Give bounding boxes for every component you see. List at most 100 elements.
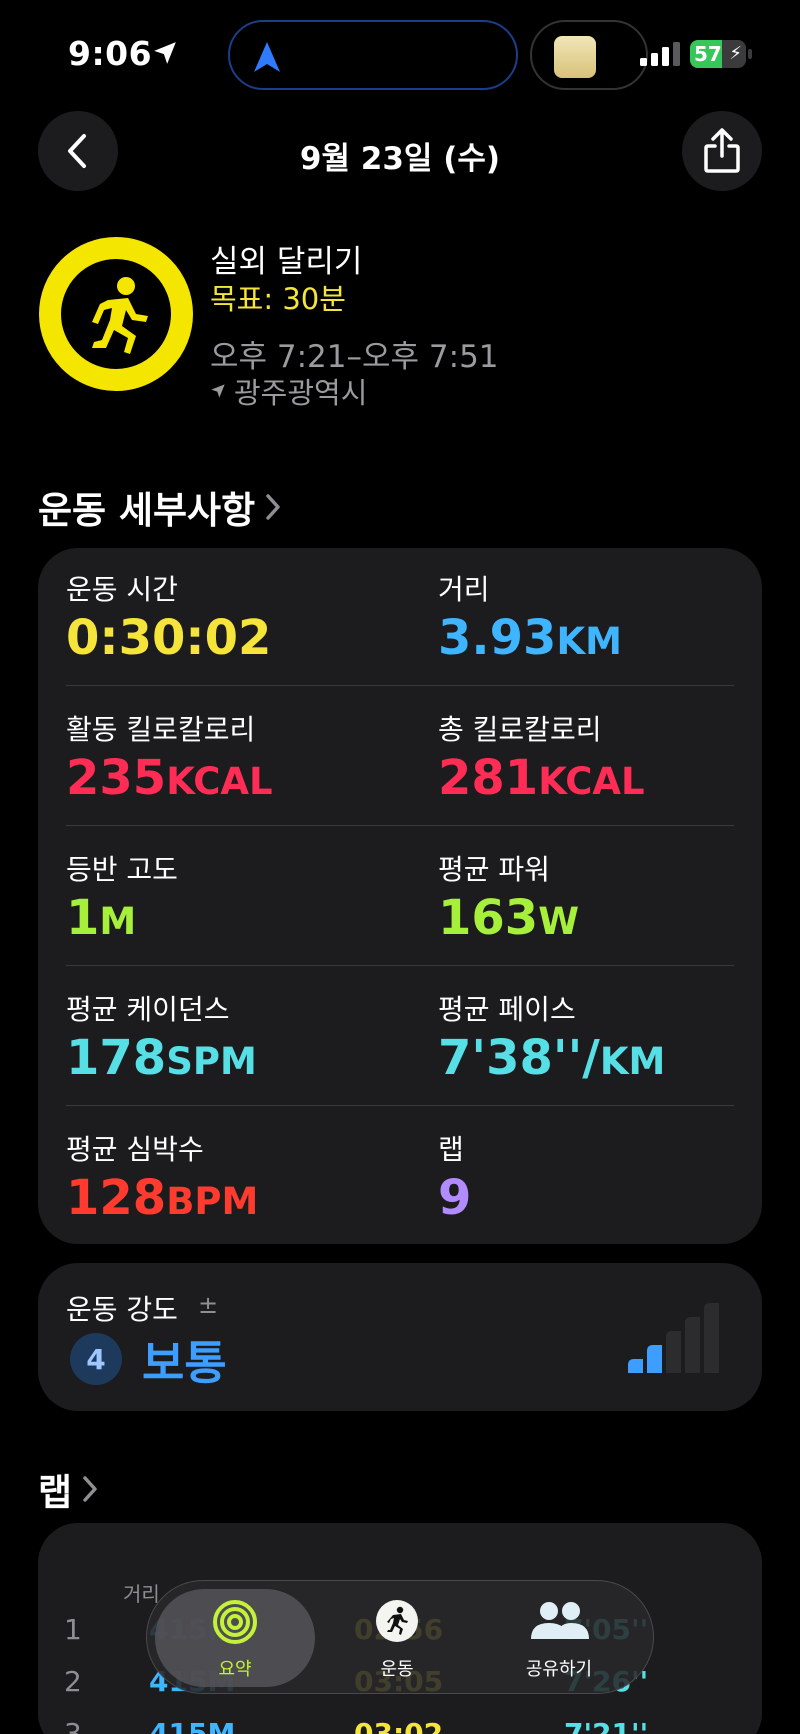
metric-item: 활동 킬로칼로리 235KCAL [66,708,396,806]
effort-bar [628,1359,643,1373]
metric-label: 평균 심박수 [66,1133,204,1166]
effort-adjust-icon[interactable]: ± [198,1291,218,1319]
metric-item: 랩9 [438,1128,768,1226]
metric-item: 운동 시간 0:30:02 [66,568,396,666]
metric-value: 9 [438,1170,768,1226]
tab-summary-label: 요약 [218,1659,252,1680]
metric-number: 128 [66,1170,167,1226]
divider [66,685,734,686]
metric-item: 평균 파워 163W [438,848,768,946]
location-arrow-icon [154,42,176,64]
lap-distance: 415M [149,1717,236,1734]
battery-icon: 57 ⚡ [690,40,746,68]
live-activity-thumbnail[interactable] [530,20,648,90]
metric-label: 활동 킬로칼로리 [66,713,256,746]
people-icon [531,1602,589,1639]
metric-value: 178SPM [66,1030,396,1086]
tab-workouts-label: 운동 [380,1659,414,1680]
metric-label: 운동 시간 [66,573,178,606]
metric-unit: KCAL [538,760,645,803]
workout-location-label: 광주광역시 [234,376,368,410]
metric-value: 1M [66,890,396,946]
effort-bar [704,1303,719,1373]
lap-pace: 7'21'' [564,1717,649,1734]
tab-sharing[interactable]: 공유하기 [479,1589,639,1687]
workout-details-card[interactable]: 운동 시간 0:30:02 거리 3.93KM 활동 킬로칼로리 235KCAL 총 킬로칼… [38,548,762,1244]
effort-label: 운동 강도 [66,1293,178,1326]
metric-unit: KM [556,620,622,663]
battery-cap [748,49,752,59]
metric-item: 거리 3.93KM [438,568,768,666]
effort-bar [666,1331,681,1373]
divider [66,825,734,826]
navigation-arrow-icon [254,42,280,72]
activity-rings-icon [213,1600,257,1644]
metric-label: 총 킬로칼로리 [438,713,602,746]
metric-number: 235 [66,750,167,806]
tab-workouts[interactable]: 운동 [317,1589,477,1687]
metric-item: 평균 페이스 7'38''/KM [438,988,768,1086]
charging-bolt-icon: ⚡ [729,43,742,64]
metric-number: 7'38''/ [438,1030,600,1086]
metric-label: 평균 페이스 [438,993,576,1026]
metric-value: 235KCAL [66,750,396,806]
workout-goal-ring-icon [39,237,193,391]
details-section-header[interactable]: 운동 세부사항 [38,480,281,534]
status-bar: 9:06 57 ⚡ [0,0,800,110]
details-section-title: 운동 세부사항 [38,489,256,532]
metric-value: 128BPM [66,1170,396,1226]
metric-number: 163 [438,890,539,946]
metric-value: 0:30:02 [66,610,396,666]
metric-item: 평균 케이던스 178SPM [66,988,396,1086]
metric-label: 평균 파워 [438,853,550,886]
metric-unit: KM [599,1040,666,1083]
effort-level-bars-icon [628,1303,719,1373]
metric-unit: M [99,900,137,943]
battery-percent: 57 [694,42,722,66]
metric-label: 등반 고도 [66,853,178,886]
divider [66,965,734,966]
metric-item: 총 킬로칼로리 281KCAL [438,708,768,806]
metric-item: 평균 심박수 128BPM [66,1128,396,1226]
tab-bar: 요약 운동 공유하기 [146,1580,654,1694]
effort-card[interactable]: 운동 강도 ± 4 보통 [38,1263,762,1411]
workout-location: 광주광역시 [210,370,367,412]
chevron-right-icon [83,1476,97,1502]
metric-unit: KCAL [166,760,273,803]
effort-bar [685,1317,700,1373]
metric-value: 3.93KM [438,610,768,666]
metric-number: 178 [66,1030,167,1086]
laps-section-title: 랩 [38,1471,73,1514]
metric-label: 평균 케이던스 [66,993,230,1026]
lap-number: 3 [64,1717,82,1734]
metric-unit: BPM [166,1180,259,1223]
metric-value: 163W [438,890,768,946]
laps-section-header[interactable]: 랩 [38,1462,98,1516]
metric-unit: W [538,900,580,943]
metric-value: 281KCAL [438,750,768,806]
metric-number: 281 [438,750,539,806]
dynamic-island[interactable] [228,20,518,90]
metric-number: 9 [438,1170,472,1226]
metric-number: 1 [66,890,100,946]
running-figure-icon [376,1600,418,1642]
metric-item: 등반 고도 1M [66,848,396,946]
divider [66,1105,734,1106]
cellular-signal-icon [640,42,680,66]
app-thumbnail-icon [554,36,596,78]
laps-column-header-distance: 거리 [123,1582,160,1606]
metric-value: 7'38''/KM [438,1030,768,1086]
status-time: 9:06 [68,34,153,73]
share-button[interactable] [682,111,762,191]
metric-label: 랩 [438,1133,464,1166]
lap-number: 2 [64,1665,82,1698]
workout-goal: 목표: 30분 [210,282,346,316]
tab-summary[interactable]: 요약 [155,1589,315,1687]
effort-value: 보통 [142,1336,227,1390]
chevron-right-icon [266,494,280,520]
metric-number: 3.93 [438,610,557,666]
location-arrow-icon [211,384,225,398]
lap-time: 03:02 [354,1717,444,1734]
lap-number: 1 [64,1613,82,1646]
tab-sharing-label: 공유하기 [525,1659,593,1680]
